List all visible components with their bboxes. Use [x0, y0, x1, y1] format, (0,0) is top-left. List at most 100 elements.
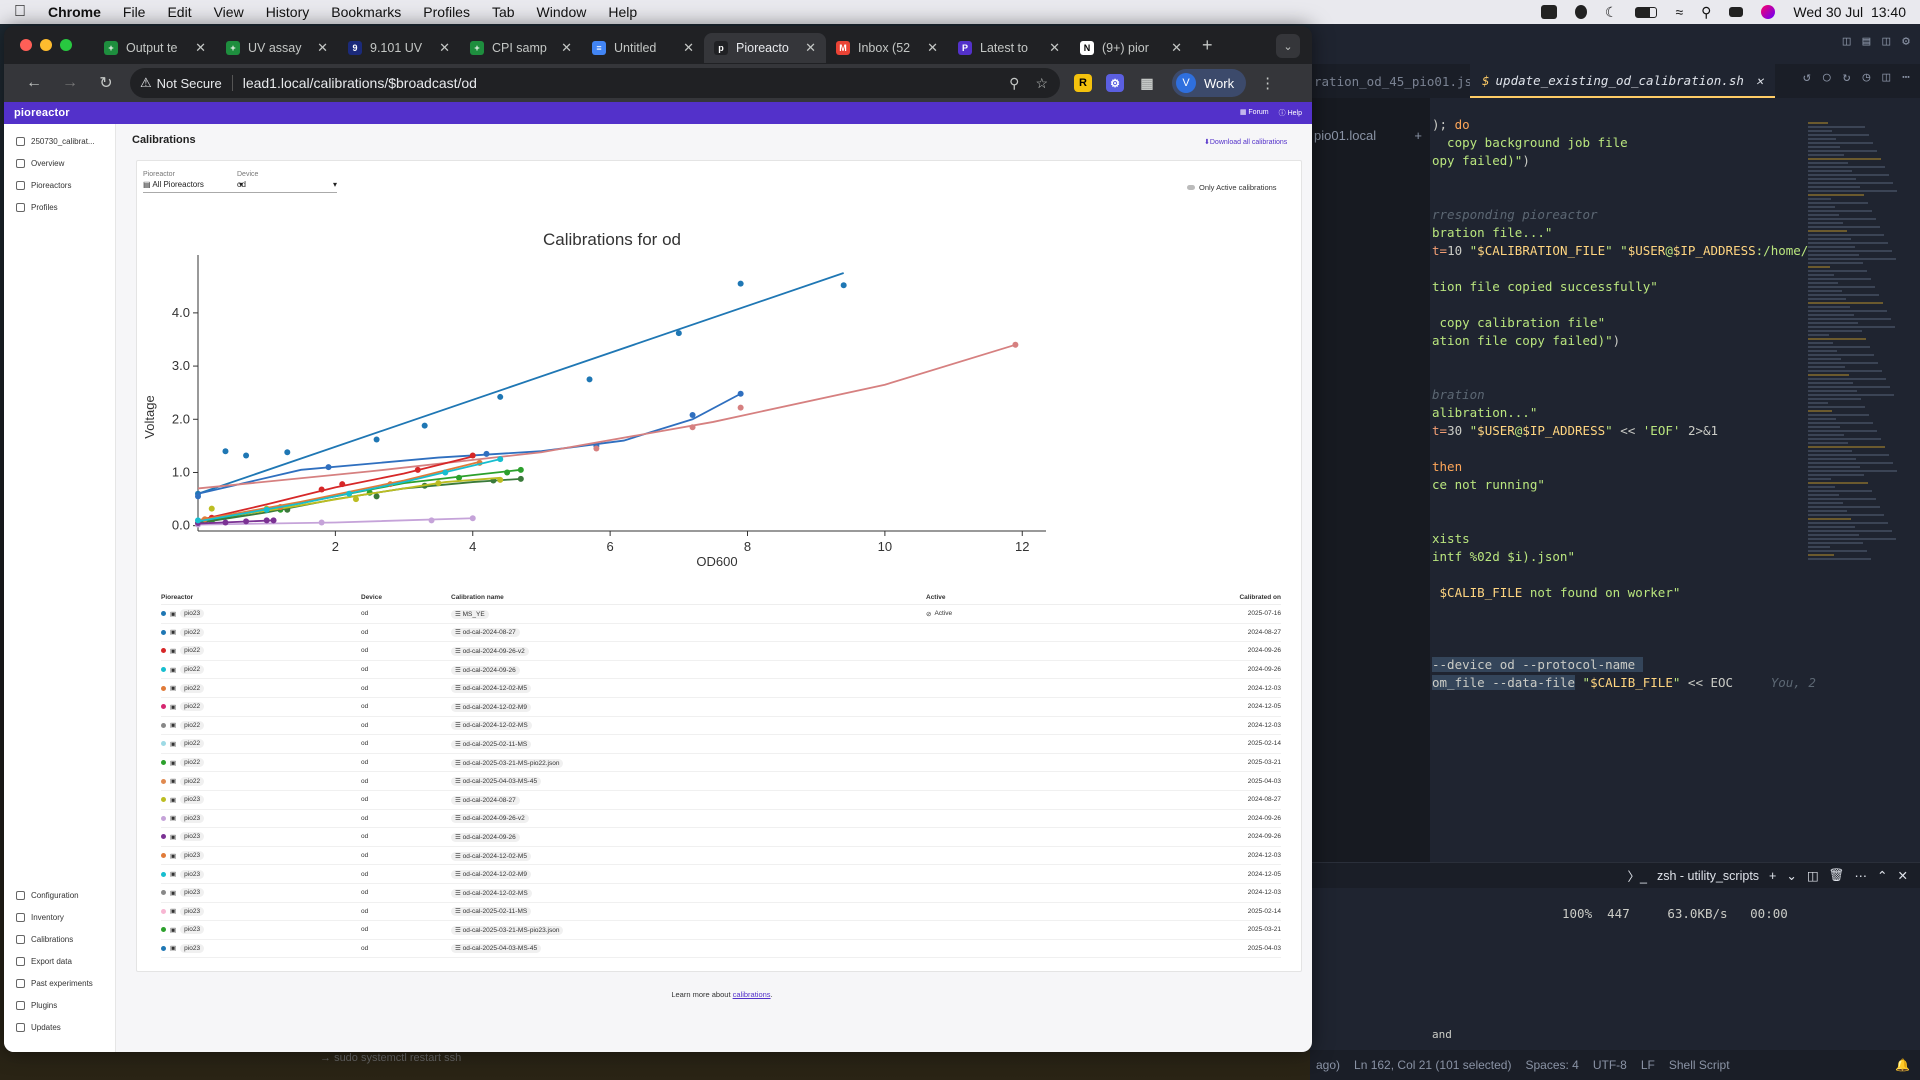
calibration-name-chip[interactable]: ☰ od-cal-2025-02-11-MS: [451, 907, 532, 917]
pioreactor-chip[interactable]: pio22: [180, 683, 205, 693]
chevron-down-icon[interactable]: ⌄: [1786, 868, 1796, 883]
profile-button[interactable]: V Work: [1172, 69, 1247, 97]
close-icon[interactable]: ✕: [317, 40, 328, 56]
pioreactor-chip[interactable]: pio23: [180, 813, 205, 823]
pioreactor-chip[interactable]: pio23: [180, 851, 205, 861]
security-indicator[interactable]: ⚠ Not Secure: [140, 75, 233, 91]
download-all-calibrations-button[interactable]: ⬇Download all calibrations: [1204, 138, 1287, 146]
table-row[interactable]: ▣ pio23 od ☰ od-cal-2025-04-03-MS-45 2025-04…: [161, 940, 1281, 959]
close-icon[interactable]: ✕: [195, 40, 206, 56]
calibration-name-chip[interactable]: ☰ od-cal-2024-08-27: [451, 628, 520, 638]
apple-icon[interactable]: : [14, 3, 26, 21]
close-icon[interactable]: ✕: [561, 40, 572, 56]
calibration-name-chip[interactable]: ☰ od-cal-2025-02-11-MS: [451, 739, 532, 749]
table-row[interactable]: ▣ pio22 od ☰ od-cal-2024-12-02-M5 2024-12-03: [161, 679, 1281, 698]
menubar-item[interactable]: History: [266, 4, 310, 20]
menubar-app-name[interactable]: Chrome: [48, 4, 101, 20]
browser-tab[interactable]: ≡ Untitled ✕: [582, 33, 704, 63]
tab-search-button[interactable]: ⌄: [1276, 34, 1300, 58]
status-item[interactable]: Spaces: 4: [1525, 1058, 1578, 1072]
layout-panel-icon[interactable]: ▤: [1863, 34, 1871, 49]
pioreactor-select-value[interactable]: ▤ All Pioreactors ▾: [143, 178, 243, 193]
app-status-icon[interactable]: [1540, 5, 1557, 19]
sidebar-item[interactable]: Profiles: [4, 196, 115, 218]
browser-tab[interactable]: M Inbox (52 ✕: [826, 33, 948, 63]
plus-icon[interactable]: +: [1414, 128, 1422, 143]
siri-icon[interactable]: [1761, 5, 1776, 19]
table-row[interactable]: ▣ pio23 od ☰ od-cal-2024-12-02-MS 2024-12-03: [161, 884, 1281, 903]
remote-tab[interactable]: pio01.local +: [1310, 128, 1430, 143]
pioreactor-chip[interactable]: pio22: [180, 646, 205, 656]
help-link[interactable]: ⓘ Help: [1279, 108, 1302, 118]
split-editor-icon[interactable]: ◫: [1882, 70, 1890, 85]
menubar-item[interactable]: Window: [537, 4, 587, 20]
status-item[interactable]: UTF-8: [1593, 1058, 1627, 1072]
calibration-name-chip[interactable]: ☰ od-cal-2024-12-02-M5: [451, 684, 531, 694]
device-select[interactable]: Device od ▾: [237, 171, 337, 193]
calibration-name-chip[interactable]: ☰ od-cal-2024-08-27: [451, 795, 520, 805]
prev-change-icon[interactable]: ○: [1823, 70, 1831, 85]
accessibility-icon[interactable]: [1574, 5, 1587, 19]
table-row[interactable]: ▣ pio22 od ☰ od-cal-2024-09-26 2024-09-26: [161, 661, 1281, 680]
customize-layout-icon[interactable]: ⚙: [1902, 34, 1910, 49]
extensions-puzzle-icon[interactable]: ▦: [1138, 74, 1156, 92]
calibration-name-chip[interactable]: ☰ od-cal-2024-12-02-M9: [451, 702, 531, 712]
table-row[interactable]: ▣ pio22 od ☰ od-cal-2024-12-02-MS 2024-12-03: [161, 717, 1281, 736]
calibration-name-chip[interactable]: ☰ od-cal-2025-03-21-MS-pio22.json: [451, 758, 564, 768]
close-icon[interactable]: ✕: [439, 40, 450, 56]
calibration-name-chip[interactable]: ☰ od-cal-2024-12-02-MS: [451, 888, 532, 898]
calibration-name-chip[interactable]: ☰ od-cal-2024-09-26: [451, 665, 520, 675]
calibration-name-chip[interactable]: ☰ od-cal-2025-04-03-MS-45: [451, 944, 542, 954]
pioreactor-chip[interactable]: pio23: [180, 906, 205, 916]
menubar-item[interactable]: Help: [608, 4, 637, 20]
table-row[interactable]: ▣ pio23 od ☰ od-cal-2024-12-02-M9 2024-12-05: [161, 865, 1281, 884]
bell-icon[interactable]: 🔔: [1895, 1058, 1910, 1072]
menubar-item[interactable]: View: [214, 4, 244, 20]
minimize-window-button[interactable]: [40, 39, 52, 51]
browser-tab[interactable]: P Latest to ✕: [948, 33, 1070, 63]
new-terminal-icon[interactable]: +: [1769, 869, 1776, 883]
pioreactor-chip[interactable]: pio23: [180, 795, 205, 805]
sidebar-item[interactable]: Past experiments: [4, 972, 116, 994]
pioreactor-chip[interactable]: pio22: [180, 702, 205, 712]
menubar-item[interactable]: Tab: [492, 4, 515, 20]
trash-icon[interactable]: 🗑: [1829, 868, 1845, 883]
close-icon[interactable]: ✕: [1171, 40, 1182, 56]
pioreactor-chip[interactable]: pio23: [180, 888, 205, 898]
menubar-item[interactable]: File: [123, 4, 146, 20]
maximize-panel-icon[interactable]: ⌃: [1877, 868, 1887, 883]
new-tab-button[interactable]: +: [1202, 35, 1213, 56]
browser-tab[interactable]: p Pioreacto ✕: [704, 33, 826, 63]
close-icon[interactable]: ✕: [805, 40, 816, 56]
calibration-name-chip[interactable]: ☰ od-cal-2024-09-26-v2: [451, 646, 529, 656]
table-row[interactable]: ▣ pio22 od ☰ od-cal-2024-08-27 2024-08-27: [161, 624, 1281, 643]
more-icon[interactable]: ⋯: [1855, 868, 1868, 883]
sidebar-item[interactable]: Overview: [4, 152, 115, 174]
menubar-clock[interactable]: Wed 30 Jul 13:40: [1793, 4, 1906, 20]
browser-tab[interactable]: 9 9.101 UV ✕: [338, 33, 460, 63]
layout-secondary-icon[interactable]: ◫: [1882, 34, 1890, 49]
calibration-name-chip[interactable]: ☰ od-cal-2025-03-21-MS-pio23.json: [451, 925, 564, 935]
next-change-icon[interactable]: ↻: [1843, 70, 1851, 85]
sidebar-item[interactable]: Export data: [4, 950, 116, 972]
control-center-icon[interactable]: [1729, 7, 1744, 17]
status-item[interactable]: Shell Script: [1669, 1058, 1730, 1072]
pioreactor-chip[interactable]: pio22: [180, 720, 205, 730]
status-item[interactable]: ago): [1316, 1058, 1340, 1072]
timeline-icon[interactable]: ↺: [1803, 70, 1811, 85]
sidebar-item[interactable]: Configuration: [4, 884, 116, 906]
table-row[interactable]: ▣ pio23 od ☰ od-cal-2024-09-26 2024-09-26: [161, 828, 1281, 847]
browser-tab[interactable]: + UV assay ✕: [216, 33, 338, 63]
status-item[interactable]: LF: [1641, 1058, 1655, 1072]
browser-tab[interactable]: + CPI samp ✕: [460, 33, 582, 63]
close-panel-icon[interactable]: ✕: [1898, 868, 1908, 883]
table-row[interactable]: ▣ pio22 od ☰ od-cal-2024-12-02-M9 2024-12-05: [161, 698, 1281, 717]
reload-button[interactable]: ↻: [88, 73, 124, 93]
chrome-menu-icon[interactable]: ⋮: [1260, 74, 1275, 92]
compare-icon[interactable]: ◷: [1863, 70, 1871, 85]
pioreactor-logo[interactable]: pioreactor: [14, 107, 70, 119]
menubar-item[interactable]: Profiles: [423, 4, 470, 20]
forum-link[interactable]: ▦ Forum: [1240, 108, 1269, 118]
calibration-name-chip[interactable]: ☰ od-cal-2024-12-02-MS: [451, 721, 532, 731]
pioreactor-chip[interactable]: pio22: [180, 665, 205, 675]
